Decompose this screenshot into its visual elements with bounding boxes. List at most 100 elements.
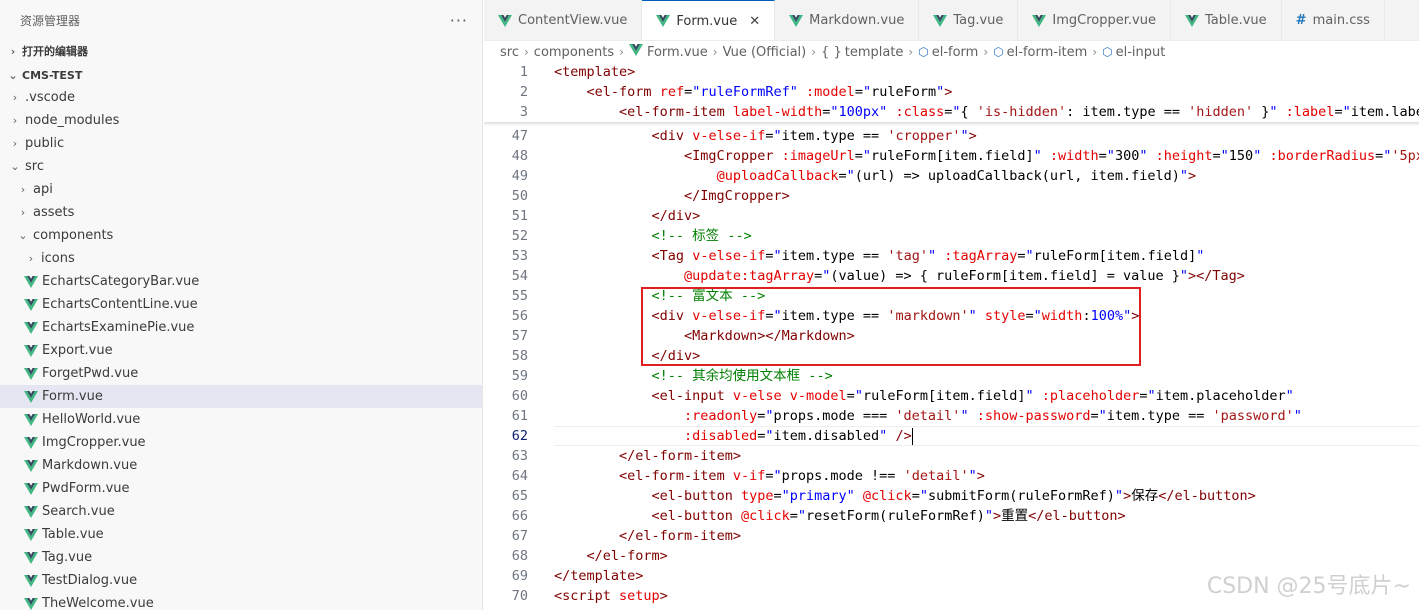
tab-form-vue[interactable]: Form.vue ✕ bbox=[642, 0, 776, 40]
tree-folder-item[interactable]: › public bbox=[0, 132, 482, 155]
code-line[interactable]: 49 @uploadCallback="(url) => uploadCallb… bbox=[484, 166, 1419, 186]
line-number: 56 bbox=[511, 308, 528, 324]
tree-file-item[interactable]: ImgCropper.vue bbox=[0, 431, 482, 454]
tab-table-vue[interactable]: Table.vue bbox=[1171, 0, 1282, 40]
breadcrumb-item[interactable]: ⬡ el-form bbox=[918, 45, 978, 60]
code-line[interactable]: 61 :readonly="props.mode === 'detail'" :… bbox=[484, 406, 1419, 426]
tree-folder-item[interactable]: ⌄ src bbox=[0, 155, 482, 178]
chevron-right-icon: › bbox=[12, 137, 18, 150]
code-line[interactable]: 2 <el-form ref="ruleFormRef" :model="rul… bbox=[484, 82, 1419, 102]
code-line[interactable]: 51 </div> bbox=[484, 206, 1419, 226]
code-line[interactable]: 68 </el-form> bbox=[484, 546, 1419, 566]
tree-folder-item[interactable]: › .vscode bbox=[0, 86, 482, 109]
code-line[interactable]: 64 <el-form-item v-if="props.mode !== 'd… bbox=[484, 466, 1419, 486]
code-line[interactable]: 62 :disabled="item.disabled" /> bbox=[484, 426, 1419, 446]
vue-file-icon bbox=[498, 14, 512, 27]
code-line[interactable]: 59 <!-- 其余均使用文本框 --> bbox=[484, 366, 1419, 386]
code-text: </template> bbox=[554, 568, 644, 584]
code-line[interactable]: 56 <div v-else-if="item.type == 'markdow… bbox=[484, 306, 1419, 326]
sticky-scroll-shadow bbox=[484, 122, 1419, 126]
tab-contentview-vue[interactable]: ContentView.vue bbox=[484, 0, 643, 40]
code-line[interactable]: 55 <!-- 富文本 --> bbox=[484, 286, 1419, 306]
code-line[interactable]: 71 import { reactive, ref } from 'vue' bbox=[484, 606, 1419, 610]
open-editors-section[interactable]: › 打开的编辑器 bbox=[0, 40, 482, 62]
tree-file-item[interactable]: Markdown.vue bbox=[0, 454, 482, 477]
project-section[interactable]: ⌄ CMS-TEST bbox=[0, 64, 482, 86]
tree-folder-item[interactable]: › node_modules bbox=[0, 109, 482, 132]
tab-tag-vue[interactable]: Tag.vue bbox=[919, 0, 1019, 40]
code-line[interactable]: 54 @update:tagArray="(value) => { ruleFo… bbox=[484, 266, 1419, 286]
line-number: 63 bbox=[511, 448, 528, 464]
chevron-right-icon: › bbox=[12, 91, 18, 104]
tree-file-item[interactable]: TestDialog.vue bbox=[0, 569, 482, 592]
tree-folder-item[interactable]: ⌄ components bbox=[0, 224, 482, 247]
tree-file-item[interactable]: EchartsCategoryBar.vue bbox=[0, 270, 482, 293]
code-text: </el-form-item> bbox=[619, 528, 741, 544]
breadcrumb-item[interactable]: Form.vue bbox=[628, 44, 708, 60]
tab-imgcropper-vue[interactable]: ImgCropper.vue bbox=[1018, 0, 1171, 40]
code-text: <el-button type="primary" @click="submit… bbox=[651, 488, 1256, 504]
breadcrumb-item[interactable]: { } template bbox=[821, 45, 903, 60]
tree-item-label: src bbox=[25, 159, 44, 174]
element-icon: ⬡ bbox=[918, 44, 929, 59]
tree-item-label: Export.vue bbox=[42, 343, 113, 358]
line-number: 70 bbox=[511, 588, 528, 604]
code-line[interactable]: 3 <el-form-item label-width="100px" :cla… bbox=[484, 102, 1419, 122]
vue-file-icon bbox=[656, 15, 671, 27]
tree-file-item[interactable]: Table.vue bbox=[0, 523, 482, 546]
breadcrumb-item[interactable]: ⬡ el-form-item bbox=[993, 45, 1087, 60]
tree-file-item[interactable]: HelloWorld.vue bbox=[0, 408, 482, 431]
tree-folder-item[interactable]: › api bbox=[0, 178, 482, 201]
code-line[interactable]: 57 <Markdown></Markdown> bbox=[484, 326, 1419, 346]
tree-item-label: components bbox=[33, 228, 114, 243]
breadcrumb-item[interactable]: ⬡ el-input bbox=[1102, 45, 1165, 60]
tree-item-label: TestDialog.vue bbox=[42, 573, 138, 588]
code-line[interactable]: 50 </ImgCropper> bbox=[484, 186, 1419, 206]
breadcrumb-item[interactable]: Vue (Official) bbox=[723, 45, 807, 60]
close-tab-icon[interactable]: ✕ bbox=[749, 14, 760, 29]
breadcrumb-label: components bbox=[533, 44, 615, 60]
chevron-down-icon: ⌄ bbox=[18, 229, 28, 242]
code-line[interactable]: 47 <div v-else-if="item.type == 'cropper… bbox=[484, 126, 1419, 146]
tree-file-item[interactable]: Export.vue bbox=[0, 339, 482, 362]
breadcrumb-item[interactable]: src bbox=[500, 45, 519, 60]
tree-file-item[interactable]: TheWelcome.vue bbox=[0, 592, 482, 610]
code-editor[interactable]: 1 <template> 2 <el-form ref="ruleFormRef" … bbox=[484, 62, 1419, 610]
vue-file-icon bbox=[24, 344, 38, 357]
tab-main-css[interactable]: # main.css bbox=[1282, 0, 1385, 40]
tree-file-item[interactable]: PwdForm.vue bbox=[0, 477, 482, 500]
breadcrumb-item[interactable]: components bbox=[534, 45, 614, 60]
breadcrumb-label: Form.vue bbox=[646, 45, 708, 60]
code-line[interactable]: 48 <ImgCropper :imageUrl="ruleForm[item.… bbox=[484, 146, 1419, 166]
code-text: <ImgCropper :imageUrl="ruleForm[item.fie… bbox=[684, 148, 1419, 164]
tree-file-item[interactable]: EchartsExaminePie.vue bbox=[0, 316, 482, 339]
tree-file-item[interactable]: Tag.vue bbox=[0, 546, 482, 569]
tree-file-item[interactable]: EchartsContentLine.vue bbox=[0, 293, 482, 316]
code-line[interactable]: 58 </div> bbox=[484, 346, 1419, 366]
code-line[interactable]: 52 <!-- 标签 --> bbox=[484, 226, 1419, 246]
vue-file-icon bbox=[24, 459, 38, 472]
tree-folder-item[interactable]: › assets bbox=[0, 201, 482, 224]
tree-file-item[interactable]: Form.vue bbox=[0, 385, 482, 408]
code-text: <el-form ref="ruleFormRef" :model="ruleF… bbox=[586, 84, 953, 100]
tab-markdown-vue[interactable]: Markdown.vue bbox=[775, 0, 920, 40]
line-number: 66 bbox=[511, 508, 528, 524]
line-number: 71 bbox=[484, 606, 528, 610]
code-line[interactable]: 53 <Tag v-else-if="item.type == 'tag'" :… bbox=[484, 246, 1419, 266]
tree-item-label: Form.vue bbox=[42, 389, 103, 404]
code-line[interactable]: 1 <template> bbox=[484, 62, 1419, 82]
more-actions-icon[interactable]: ··· bbox=[450, 11, 468, 30]
braces-icon: { } bbox=[821, 44, 842, 60]
code-line[interactable]: 65 <el-button type="primary" @click="sub… bbox=[484, 486, 1419, 506]
code-text: </div> bbox=[651, 208, 701, 224]
tree-folder-item[interactable]: › icons bbox=[0, 247, 482, 270]
code-line[interactable]: 66 <el-button @click="resetForm(ruleForm… bbox=[484, 506, 1419, 526]
tree-file-item[interactable]: Search.vue bbox=[0, 500, 482, 523]
line-number: 69 bbox=[511, 568, 528, 584]
code-line[interactable]: 60 <el-input v-else v-model="ruleForm[it… bbox=[484, 386, 1419, 406]
tree-file-item[interactable]: ForgetPwd.vue bbox=[0, 362, 482, 385]
vue-file-icon bbox=[24, 298, 38, 311]
code-line[interactable]: 63 </el-form-item> bbox=[484, 446, 1419, 466]
code-line[interactable]: 67 </el-form-item> bbox=[484, 526, 1419, 546]
code-text: <el-form-item v-if="props.mode !== 'deta… bbox=[619, 468, 985, 484]
